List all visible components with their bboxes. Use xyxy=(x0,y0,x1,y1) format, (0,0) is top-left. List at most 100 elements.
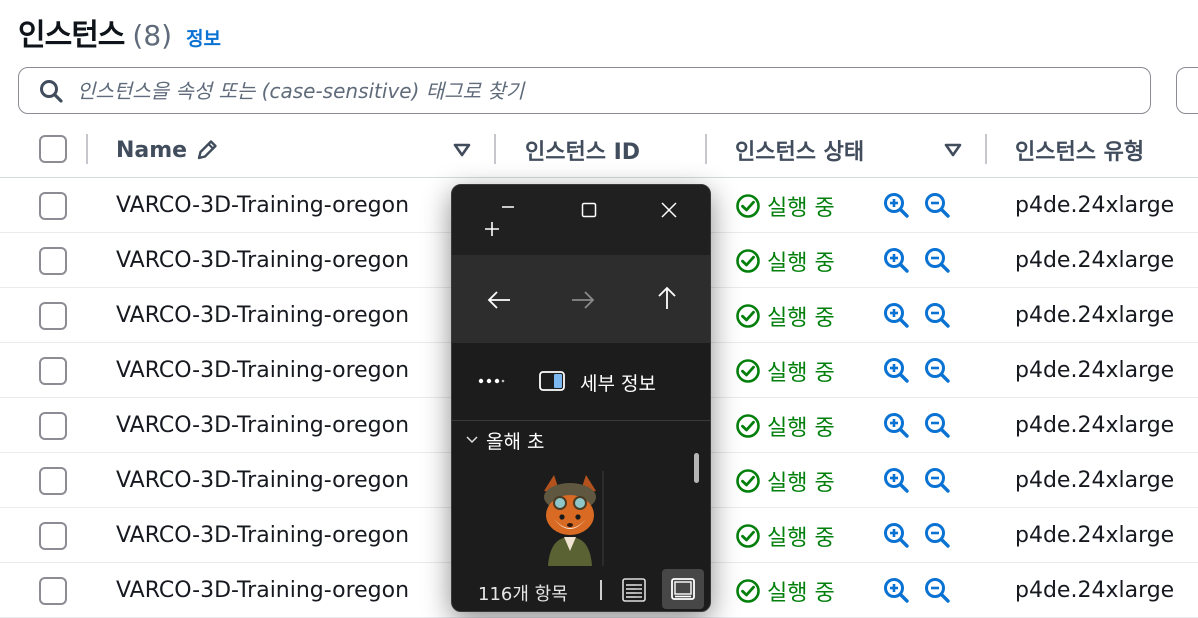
zoom-in-icon[interactable] xyxy=(882,466,910,494)
zoom-in-icon[interactable] xyxy=(882,301,910,329)
status-text: 실행 중 xyxy=(767,305,835,331)
zoom-in-icon[interactable] xyxy=(882,356,910,384)
sort-down-icon[interactable] xyxy=(452,140,472,160)
column-instance-id-label: 인스턴스 ID xyxy=(525,140,641,165)
details-pane-icon[interactable] xyxy=(536,367,568,395)
fox-thumbnail[interactable] xyxy=(530,471,610,566)
instance-state: 실행 중 xyxy=(735,453,835,508)
status-text: 실행 중 xyxy=(767,360,835,386)
instance-type: p4de.24xlarge xyxy=(1015,233,1174,288)
instance-type: p4de.24xlarge xyxy=(1015,288,1174,343)
item-count: 116개 항목 xyxy=(478,584,568,605)
instance-state: 실행 중 xyxy=(735,343,835,398)
column-divider[interactable] xyxy=(985,134,987,164)
zoom-out-icon[interactable] xyxy=(923,301,951,329)
column-header-name[interactable]: Name xyxy=(116,122,219,178)
column-header-instance-id[interactable]: 인스턴스 ID xyxy=(525,122,640,178)
filter-dropdown[interactable] xyxy=(1176,67,1198,114)
zoom-out-icon[interactable] xyxy=(923,191,951,219)
status-success-icon xyxy=(736,468,760,493)
instance-count: (8) xyxy=(132,19,173,52)
column-header-instance-state[interactable]: 인스턴스 상태 xyxy=(735,122,864,178)
zoom-out-icon[interactable] xyxy=(923,411,951,439)
row-checkbox[interactable] xyxy=(39,192,67,220)
instance-type-text: p4de.24xlarge xyxy=(1015,303,1175,328)
instance-state: 실행 중 xyxy=(735,233,835,288)
instance-type: p4de.24xlarge xyxy=(1015,178,1174,233)
edit-icon[interactable] xyxy=(195,138,219,162)
column-divider[interactable] xyxy=(705,134,707,164)
row-checkbox[interactable] xyxy=(39,412,67,440)
command-bar: 세부 정보 xyxy=(452,343,710,421)
table-header: Name 인스턴스 ID 인스턴스 상태 인스턴스 유형 xyxy=(0,122,1198,178)
row-checkbox[interactable] xyxy=(39,357,67,385)
zoom-in-icon[interactable] xyxy=(882,246,910,274)
status-success-icon xyxy=(736,523,760,548)
zoom-out-icon[interactable] xyxy=(923,356,951,384)
instance-type-text: p4de.24xlarge xyxy=(1015,193,1175,218)
new-tab-icon[interactable] xyxy=(478,207,508,237)
title-bar[interactable] xyxy=(452,185,710,255)
instance-type-text: p4de.24xlarge xyxy=(1015,468,1175,493)
zoom-in-icon[interactable] xyxy=(882,576,910,604)
zoom-in-icon[interactable] xyxy=(882,521,910,549)
close-icon[interactable] xyxy=(656,197,682,223)
group-header[interactable]: 올해 초 xyxy=(486,427,544,454)
status-success-icon xyxy=(736,578,760,603)
details-view-icon[interactable] xyxy=(618,574,650,606)
instance-type: p4de.24xlarge xyxy=(1015,453,1174,508)
zoom-out-icon[interactable] xyxy=(923,466,951,494)
preview-view-icon[interactable] xyxy=(662,569,704,609)
chevron-down-icon[interactable] xyxy=(462,429,482,449)
scrollbar[interactable] xyxy=(694,453,699,483)
instance-name[interactable]: VARCO-3D-Training-oregon xyxy=(116,508,409,563)
info-link[interactable]: 정보 xyxy=(186,24,221,51)
row-checkbox[interactable] xyxy=(39,247,67,275)
instance-name[interactable]: VARCO-3D-Training-oregon xyxy=(116,233,409,288)
zoom-out-icon[interactable] xyxy=(923,521,951,549)
instance-type-text: p4de.24xlarge xyxy=(1015,413,1175,438)
column-header-instance-type[interactable]: 인스턴스 유형 xyxy=(1015,122,1144,178)
instance-name-text: VARCO-3D-Training-oregon xyxy=(116,248,410,273)
row-checkbox[interactable] xyxy=(39,522,67,550)
status-success-icon xyxy=(736,248,760,273)
row-checkbox[interactable] xyxy=(39,577,67,605)
select-all-checkbox[interactable] xyxy=(39,135,67,163)
more-icon[interactable] xyxy=(476,369,506,393)
row-checkbox[interactable] xyxy=(39,302,67,330)
instance-state: 실행 중 xyxy=(735,563,835,618)
up-arrow-icon[interactable] xyxy=(652,283,682,313)
instance-name-text: VARCO-3D-Training-oregon xyxy=(116,303,410,328)
instance-name[interactable]: VARCO-3D-Training-oregon xyxy=(116,343,409,398)
zoom-in-icon[interactable] xyxy=(882,191,910,219)
column-divider[interactable] xyxy=(86,134,88,164)
zoom-in-icon[interactable] xyxy=(882,411,910,439)
maximize-icon[interactable] xyxy=(576,197,602,223)
instance-name-text: VARCO-3D-Training-oregon xyxy=(116,413,410,438)
details-pane-label[interactable]: 세부 정보 xyxy=(580,369,656,396)
column-divider[interactable] xyxy=(494,134,496,164)
instance-name[interactable]: VARCO-3D-Training-oregon xyxy=(116,288,409,343)
search-icon xyxy=(37,77,65,105)
instance-name-text: VARCO-3D-Training-oregon xyxy=(116,523,410,548)
file-list[interactable]: 올해 초 xyxy=(452,421,710,566)
search-box[interactable] xyxy=(18,67,1151,114)
sort-down-icon[interactable] xyxy=(943,140,963,160)
forward-arrow-icon[interactable] xyxy=(568,285,598,315)
search-input[interactable] xyxy=(77,78,1077,103)
row-checkbox[interactable] xyxy=(39,467,67,495)
zoom-out-icon[interactable] xyxy=(923,576,951,604)
instance-name[interactable]: VARCO-3D-Training-oregon xyxy=(116,398,409,453)
back-arrow-icon[interactable] xyxy=(484,285,514,315)
instance-name[interactable]: VARCO-3D-Training-oregon xyxy=(116,453,409,508)
status-success-icon xyxy=(736,358,760,383)
minimize-icon[interactable] xyxy=(498,201,518,211)
status-text: 실행 중 xyxy=(767,580,835,606)
instance-name[interactable]: VARCO-3D-Training-oregon xyxy=(116,178,409,233)
instance-type: p4de.24xlarge xyxy=(1015,563,1174,618)
file-explorer-window[interactable]: 세부 정보 올해 초 116개 항목 xyxy=(451,184,711,612)
status-text: 실행 중 xyxy=(767,195,835,221)
status-success-icon xyxy=(736,413,760,438)
instance-name[interactable]: VARCO-3D-Training-oregon xyxy=(116,563,409,618)
zoom-out-icon[interactable] xyxy=(923,246,951,274)
